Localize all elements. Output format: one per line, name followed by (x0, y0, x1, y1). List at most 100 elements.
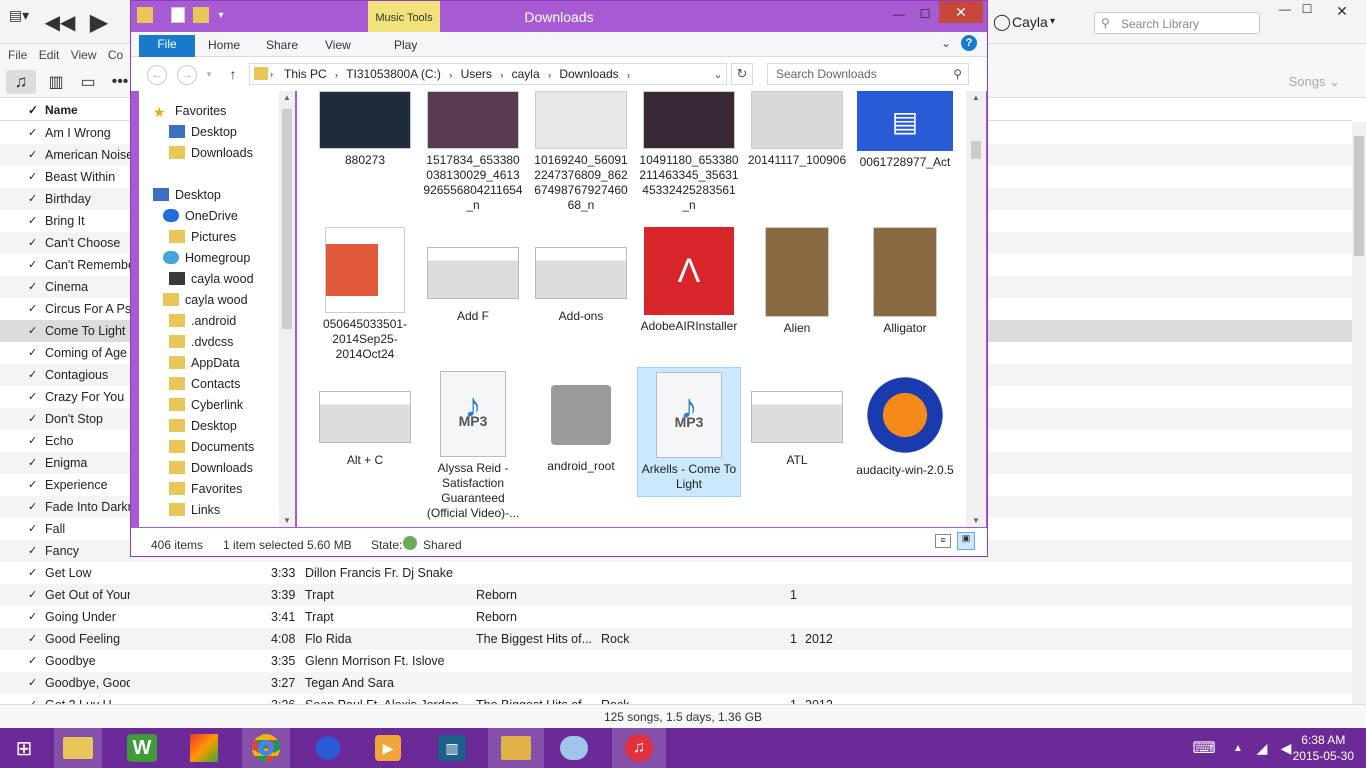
user-chevron-down-icon[interactable]: ▾ (1050, 16, 1055, 27)
scrollbar-thumb[interactable] (282, 109, 292, 329)
file-item[interactable]: ♪ MP3 Arkells - Come To Light (637, 367, 741, 497)
itunes-menu-icon[interactable]: ▤▾ (8, 6, 30, 24)
song-checkbox[interactable]: ✓ (28, 430, 40, 452)
paint-taskbar-icon[interactable] (550, 728, 598, 768)
back-icon[interactable]: ← (147, 65, 167, 85)
large-icons-view-icon[interactable]: ▣ (957, 532, 975, 550)
tab-file[interactable]: File (139, 35, 195, 57)
up-arrow-icon[interactable]: ↑ (225, 65, 241, 83)
song-checkbox[interactable]: ✓ (28, 276, 40, 298)
name-column-header[interactable]: Name (45, 103, 78, 117)
check-column-header[interactable]: ✓ (28, 103, 38, 117)
scrollbar-thumb[interactable] (971, 141, 981, 159)
user-name[interactable]: Cayla (1012, 14, 1048, 30)
file-item[interactable]: Add-ons (529, 223, 633, 324)
tab-view[interactable]: View (325, 38, 351, 52)
song-row[interactable]: ✓ Goodbye, Goodbye 3:27 Tegan And Sara (0, 672, 1352, 694)
recent-locations-chevron-icon[interactable]: ▾ (203, 67, 215, 81)
photo-app-taskbar-icon[interactable] (180, 728, 228, 768)
maximize-icon[interactable]: ☐ (913, 5, 937, 23)
tv-icon[interactable]: ▭ (76, 70, 100, 94)
nav-item[interactable]: ★ Favorites (153, 101, 226, 121)
song-checkbox[interactable]: ✓ (28, 650, 40, 672)
song-checkbox[interactable]: ✓ (28, 144, 40, 166)
song-checkbox[interactable]: ✓ (28, 628, 40, 650)
file-item[interactable]: 20141117_100906 (745, 91, 849, 168)
file-view-scrollbar[interactable]: ▲ ▼ (966, 91, 986, 527)
scroll-up-arrow-icon[interactable]: ▲ (972, 93, 980, 102)
media-player-taskbar-icon[interactable]: ▶ (364, 728, 412, 768)
file-item[interactable]: Add F (421, 223, 525, 324)
song-row[interactable]: ✓ Good Feeling 4:08 Flo Rida The Biggest Hit… (0, 628, 1352, 650)
nav-item[interactable]: AppData (169, 353, 240, 373)
scrollbar-thumb[interactable] (1354, 136, 1364, 256)
previous-icon[interactable]: ◀◀ (45, 10, 76, 34)
nav-item[interactable]: Favorites (169, 479, 242, 499)
navigation-pane-scrollbar[interactable]: ▲ ▼ (279, 91, 295, 527)
file-item[interactable]: ATL (745, 367, 849, 468)
nav-item[interactable]: .android (169, 311, 236, 331)
file-item[interactable]: ▤ 0061728977_Act (853, 91, 957, 170)
song-checkbox[interactable]: ✓ (28, 694, 40, 704)
keyboard-icon[interactable]: ⌨ (1186, 728, 1222, 768)
tab-play[interactable]: Play (394, 38, 417, 52)
song-checkbox[interactable]: ✓ (28, 584, 40, 606)
tab-home[interactable]: Home (208, 38, 240, 52)
scroll-down-arrow-icon[interactable]: ▼ (283, 516, 291, 525)
file-item[interactable]: Ʌ AdobeAIRInstaller (637, 223, 741, 334)
file-explorer-taskbar-icon[interactable] (54, 728, 102, 768)
show-hidden-icons-icon[interactable]: ▲ (1226, 728, 1250, 768)
address-history-chevron-icon[interactable]: ⌄ (711, 67, 725, 81)
nav-item[interactable]: .dvdcss (169, 332, 233, 352)
file-item[interactable]: 10491180_653380211463345_356314533242528… (637, 91, 741, 213)
nav-item[interactable]: OneDrive (163, 206, 238, 226)
breadcrumb-chevron-icon[interactable]: › (270, 64, 273, 84)
song-checkbox[interactable]: ✓ (28, 408, 40, 430)
song-checkbox[interactable]: ✓ (28, 386, 40, 408)
close-icon[interactable]: ✕ (939, 1, 983, 23)
nav-item[interactable]: Links (169, 500, 220, 520)
minimize-icon[interactable]: — (887, 5, 911, 23)
song-checkbox[interactable]: ✓ (28, 320, 40, 342)
more-icon[interactable]: ••• (108, 70, 132, 94)
file-item[interactable]: 1517834_653380038130029_4613926556804211… (421, 91, 525, 213)
shield-app-taskbar-icon[interactable] (304, 728, 352, 768)
song-checkbox[interactable]: ✓ (28, 518, 40, 540)
nav-item[interactable]: Cyberlink (169, 395, 243, 415)
song-checkbox[interactable]: ✓ (28, 496, 40, 518)
chrome-taskbar-icon[interactable] (242, 728, 290, 768)
song-checkbox[interactable]: ✓ (28, 606, 40, 628)
forward-icon[interactable]: → (177, 65, 197, 85)
nav-item[interactable]: cayla wood (163, 290, 248, 310)
song-row[interactable]: ✓ Get Low 3:33 Dillon Francis Fr. Dj Snake (0, 562, 1352, 584)
library-search-input[interactable]: ⚲ Search Library (1094, 12, 1260, 34)
scroll-down-arrow-icon[interactable]: ▼ (972, 516, 980, 525)
search-downloads-input[interactable]: Search Downloads ⚲ (767, 63, 969, 85)
file-item[interactable]: 10169240_560912247376809_862674987679274… (529, 91, 633, 213)
song-checkbox[interactable]: ✓ (28, 452, 40, 474)
file-item[interactable]: Alien (745, 223, 849, 336)
menu-edit[interactable]: Edit (39, 44, 60, 66)
file-item[interactable]: Alligator (853, 223, 957, 336)
file-item[interactable]: 880273 (313, 91, 417, 168)
nav-item[interactable]: Homegroup (163, 248, 250, 268)
song-row[interactable]: ✓ Goodbye 3:35 Glenn Morrison Ft. Islove (0, 650, 1352, 672)
song-checkbox[interactable]: ✓ (28, 672, 40, 694)
nav-item[interactable]: Contacts (169, 374, 240, 394)
music-icon[interactable]: ♫ (6, 70, 36, 94)
expand-ribbon-chevron-icon[interactable]: ⌄ (941, 36, 951, 50)
start-windows-icon[interactable]: ⊞ (0, 728, 48, 768)
file-item[interactable]: 050645033501-2014Sep25-2014Oct24 (313, 223, 417, 362)
file-item[interactable]: audacity-win-2.0.5 (853, 367, 957, 478)
song-checkbox[interactable]: ✓ (28, 562, 40, 584)
menu-file[interactable]: File (8, 44, 27, 66)
taskbar-clock[interactable]: 6:38 AM 2015-05-30 (1293, 732, 1354, 764)
word-taskbar-icon[interactable]: W (118, 728, 166, 768)
song-row[interactable]: ✓ Got 2 Luv U 3:26 Sean Paul Ft. Alexis Jor… (0, 694, 1352, 704)
video-player-taskbar-icon[interactable]: ▥ (428, 728, 476, 768)
maximize-icon[interactable]: ☐ (1298, 2, 1316, 16)
song-checkbox[interactable]: ✓ (28, 254, 40, 276)
nav-item[interactable]: Documents (169, 437, 254, 457)
tab-share[interactable]: Share (266, 38, 298, 52)
song-checkbox[interactable]: ✓ (28, 474, 40, 496)
